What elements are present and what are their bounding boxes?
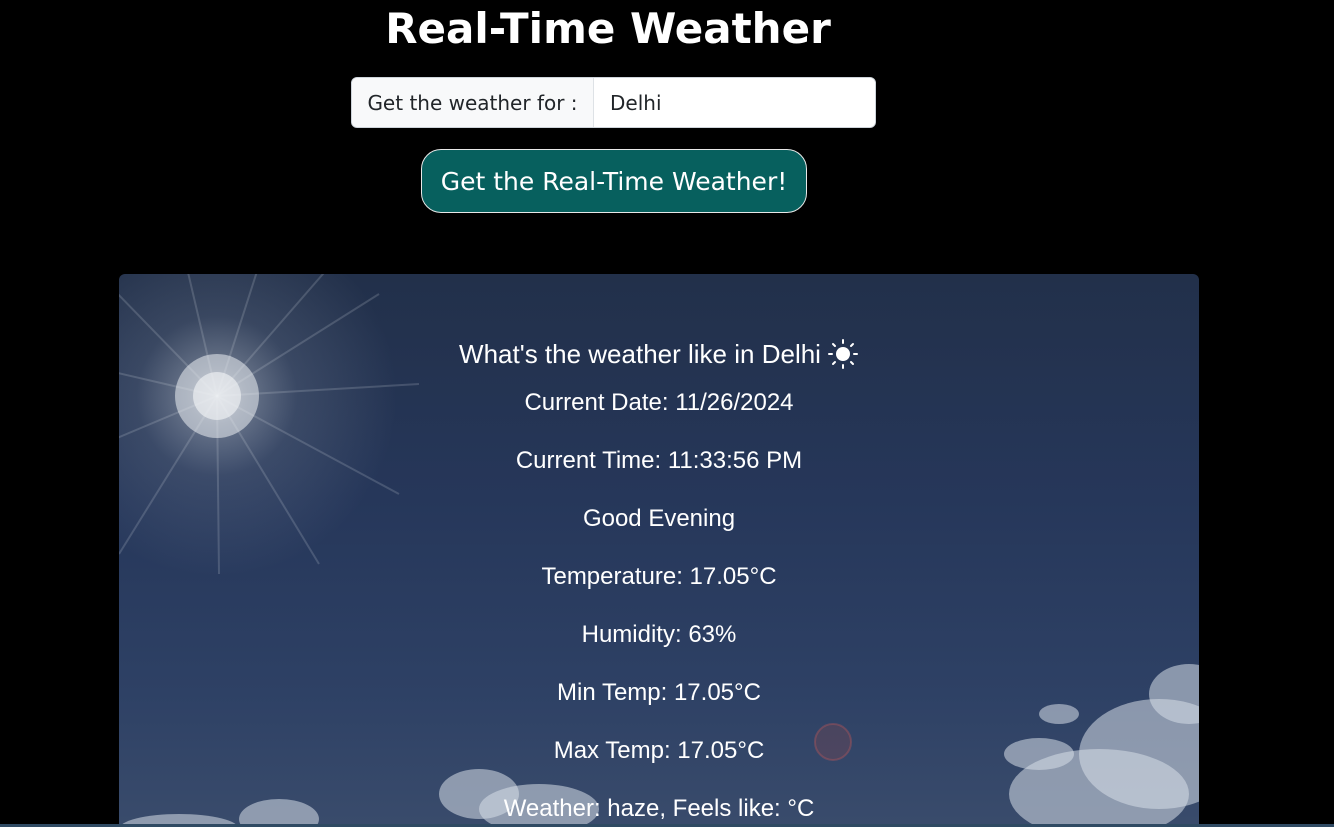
temperature: Temperature: 17.05°C xyxy=(541,563,777,590)
humidity: Humidity: 63% xyxy=(581,621,737,648)
greeting: Good Evening xyxy=(582,505,736,532)
weather-card: What's the weather like in Delhi Current… xyxy=(119,274,1199,827)
weather-heading: What's the weather like in Delhi xyxy=(119,336,1199,372)
city-input-label: Get the weather for : xyxy=(352,78,594,127)
weather-heading-text: What's the weather like in Delhi xyxy=(459,339,821,369)
get-weather-button[interactable]: Get the Real-Time Weather! xyxy=(421,149,807,213)
city-search-group: Get the weather for : xyxy=(351,77,876,128)
sun-icon xyxy=(827,339,858,369)
weather-description: Weather: haze, Feels like: °C xyxy=(503,795,815,822)
current-date: Current Date: 11/26/2024 xyxy=(524,389,794,416)
weather-app: Real-Time Weather Get the weather for : … xyxy=(0,0,1334,827)
page-title: Real-Time Weather xyxy=(385,4,831,53)
min-temp: Min Temp: 17.05°C xyxy=(557,679,761,706)
weather-details: What's the weather like in Delhi Current… xyxy=(119,336,1199,823)
city-input[interactable] xyxy=(594,78,875,127)
max-temp: Max Temp: 17.05°C xyxy=(553,737,765,764)
current-time: Current Time: 11:33:56 PM xyxy=(515,447,803,474)
